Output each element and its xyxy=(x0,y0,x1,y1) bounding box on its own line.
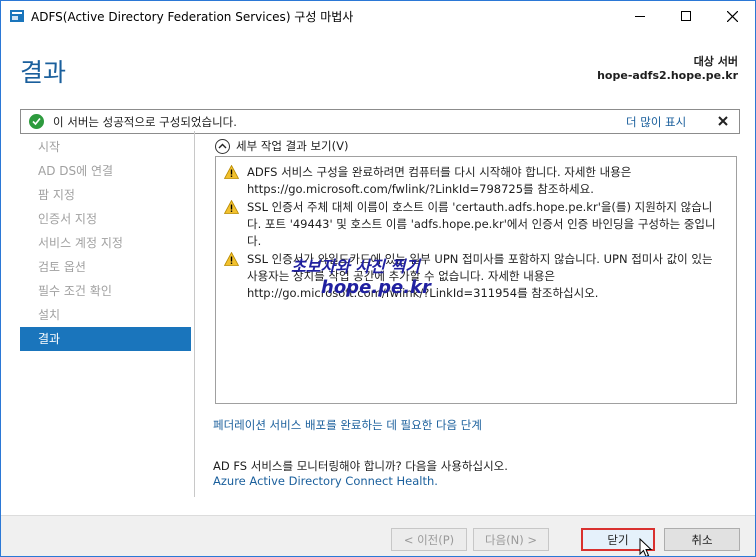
result-message-text: SSL 인증서 주체 대체 이름이 호스트 이름 'certauth.adfs.… xyxy=(247,200,716,248)
chevron-up-icon xyxy=(215,138,230,154)
wizard-window: ADFS(Active Directory Federation Service… xyxy=(0,0,756,557)
nav-item-start: 시작 xyxy=(38,140,61,154)
monitor-text: AD FS 서비스를 모니터링해야 합니까? 다음을 사용하십시오. xyxy=(213,459,508,473)
page-title: 결과 xyxy=(20,58,67,87)
maximize-icon xyxy=(681,11,691,21)
next-button[interactable]: 다음(N) > xyxy=(473,528,549,551)
nav-divider xyxy=(194,131,195,497)
details-toggle-label: 세부 작업 결과 보기(V) xyxy=(236,139,349,153)
warning-icon xyxy=(224,200,239,214)
mouse-cursor-icon xyxy=(639,538,653,556)
result-message: ADFS 서비스 구성을 완료하려면 컴퓨터를 다시 시작해야 합니다. 자세한… xyxy=(224,164,724,198)
nav-item-review: 검토 옵션 xyxy=(38,260,86,274)
cancel-button[interactable]: 취소 xyxy=(664,528,740,551)
nav-item-service-account: 서비스 계정 지정 xyxy=(38,236,123,250)
notification-bar: 이 서버는 성공적으로 구성되었습니다. 더 많이 표시 xyxy=(20,109,740,134)
close-icon xyxy=(726,10,738,22)
result-message: SSL 인증서가 와일드카드에 있는 일부 UPN 접미사를 포함하지 않습니다… xyxy=(224,251,724,302)
success-check-icon xyxy=(29,114,44,129)
warning-icon xyxy=(224,252,239,266)
details-toggle[interactable]: 세부 작업 결과 보기(V) xyxy=(215,138,348,154)
result-message: SSL 인증서 주체 대체 이름이 호스트 이름 'certauth.adfs.… xyxy=(224,199,724,250)
warning-icon xyxy=(224,165,239,179)
target-server-label: 대상 서버 xyxy=(693,55,738,68)
notification-text: 이 서버는 성공적으로 구성되었습니다. xyxy=(53,115,237,129)
show-more-link[interactable]: 더 많이 표시 xyxy=(626,114,686,130)
nav-item-install: 설치 xyxy=(38,308,61,322)
notification-close-icon[interactable] xyxy=(717,115,729,127)
prev-button[interactable]: < 이전(P) xyxy=(391,528,467,551)
nav-item-farm: 팜 지정 xyxy=(38,188,75,202)
window-close-button[interactable] xyxy=(709,1,755,31)
wizard-nav: 시작 AD DS에 연결 팜 지정 인증서 지정 서비스 계정 지정 검토 옵션… xyxy=(20,135,191,351)
nav-item-prereq: 필수 조건 확인 xyxy=(38,284,112,298)
title-bar: ADFS(Active Directory Federation Service… xyxy=(1,1,755,31)
app-icon xyxy=(10,10,24,22)
minimize-button[interactable] xyxy=(617,1,663,31)
target-server-name: hope-adfs2.hope.pe.kr xyxy=(597,69,738,82)
nav-item-results[interactable]: 결과 xyxy=(20,327,191,351)
connect-health-link[interactable]: Azure Active Directory Connect Health. xyxy=(213,474,438,488)
result-message-text: ADFS 서비스 구성을 완료하려면 컴퓨터를 다시 시작해야 합니다. 자세한… xyxy=(247,165,632,196)
window-title: ADFS(Active Directory Federation Service… xyxy=(31,10,354,24)
minimize-icon xyxy=(635,15,645,17)
results-box: ADFS 서비스 구성을 완료하려면 컴퓨터를 다시 시작해야 합니다. 자세한… xyxy=(215,156,737,404)
nav-item-connect-adds: AD DS에 연결 xyxy=(38,164,114,178)
nav-item-certificate: 인증서 지정 xyxy=(38,212,98,226)
maximize-button[interactable] xyxy=(663,1,709,31)
result-message-text: SSL 인증서가 와일드카드에 있는 일부 UPN 접미사를 포함하지 않습니다… xyxy=(247,252,713,300)
next-steps-link[interactable]: 페더레이션 서비스 배포를 완료하는 데 필요한 다음 단계 xyxy=(213,417,482,433)
